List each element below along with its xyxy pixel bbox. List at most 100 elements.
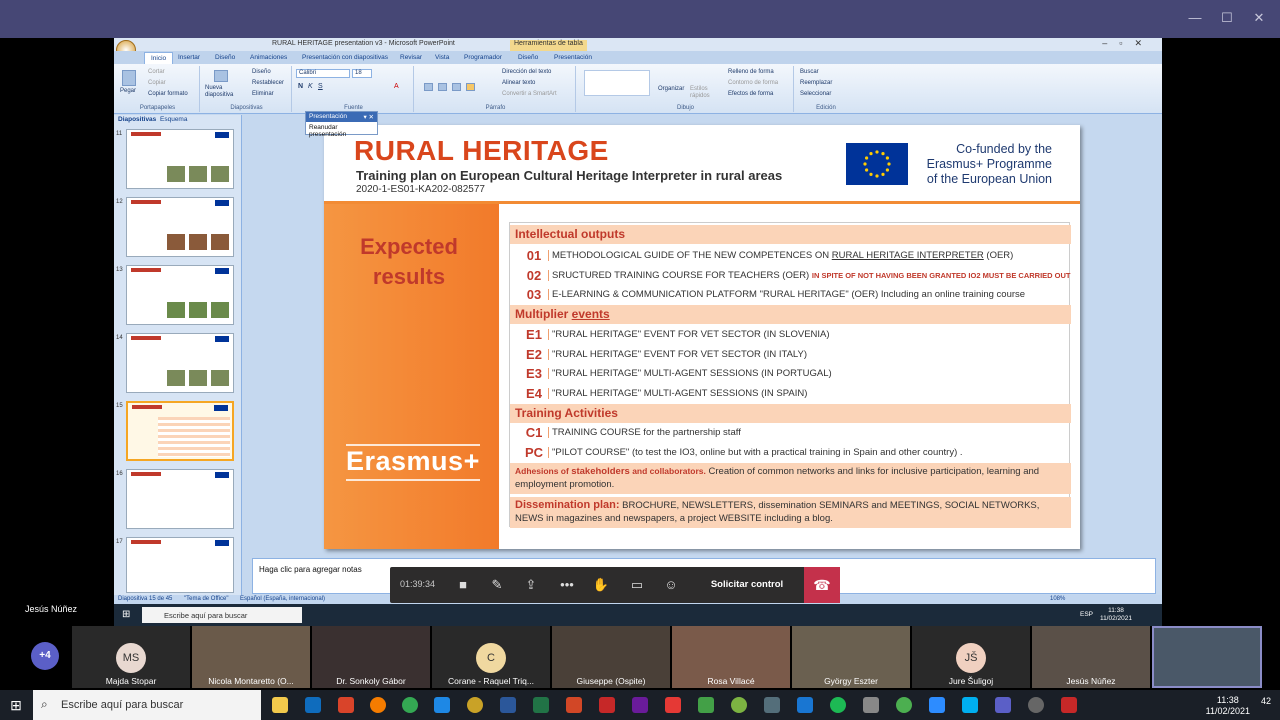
font-name-select[interactable]: Calibri (296, 69, 350, 78)
participants-icon[interactable]: ☺ (662, 576, 680, 594)
new-slide-button[interactable]: Nueva diapositiva (205, 85, 245, 99)
bold-button[interactable]: N (298, 83, 303, 90)
tab-animaciones[interactable]: Animaciones (250, 54, 287, 61)
app-icon[interactable] (698, 697, 714, 713)
participant-tile[interactable]: MS Majda Stopar (72, 626, 190, 688)
app-icon[interactable] (467, 697, 483, 713)
replace-button[interactable]: Reemplazar (800, 80, 832, 86)
word-icon[interactable] (500, 697, 516, 713)
app-icon[interactable] (665, 697, 681, 713)
excel-icon[interactable] (533, 697, 549, 713)
app-icon[interactable] (797, 697, 813, 713)
slide-thumbnail[interactable] (126, 197, 234, 257)
participant-tile[interactable]: Nicola Montaretto (O... (192, 626, 310, 688)
layout-button[interactable]: Diseño (252, 69, 271, 75)
self-view-tile[interactable] (1152, 626, 1262, 688)
reset-button[interactable]: Restablecer (252, 80, 284, 86)
more-options-icon[interactable]: ••• (558, 576, 576, 594)
app-icon[interactable] (632, 697, 648, 713)
app-icon[interactable] (863, 697, 879, 713)
chat-icon[interactable]: ▭ (628, 576, 646, 594)
slide-thumbnail[interactable] (126, 129, 234, 189)
tab-presentacion[interactable]: Presentación (554, 54, 592, 61)
raise-hand-icon[interactable]: ✋ (592, 576, 610, 594)
powerpoint-icon[interactable] (566, 697, 582, 713)
firefox-icon[interactable] (370, 697, 386, 713)
taskbar-clock[interactable]: 11:38 11/02/2021 (1206, 695, 1250, 717)
zoom-icon[interactable] (929, 697, 945, 713)
minimize-icon[interactable]: — (1180, 10, 1210, 25)
results-table[interactable]: Intellectual outputs 01 METHODOLOGICAL G… (509, 222, 1071, 528)
app-icon[interactable] (896, 697, 912, 713)
ppt-window-controls[interactable]: –▫✕ (1102, 38, 1154, 49)
notification-center[interactable]: 42 (1256, 696, 1276, 714)
camera-icon[interactable]: ■ (454, 576, 472, 594)
close-icon[interactable]: ✕ (1244, 10, 1274, 26)
share-screen-icon[interactable]: ⇪ (522, 576, 540, 594)
tab-revisar[interactable]: Revisar (400, 54, 422, 61)
app-icon[interactable] (764, 697, 780, 713)
shape-effects-button[interactable]: Efectos de forma (728, 91, 773, 97)
acrobat-icon[interactable] (1061, 697, 1077, 713)
tab-presentacion-diapositivas[interactable]: Presentación con diapositivas (302, 54, 388, 61)
cut-button[interactable]: Cortar (148, 69, 165, 75)
tab-slides[interactable]: Diapositivas (118, 116, 156, 123)
participant-tile[interactable]: C Corane - Raquel Triq... (432, 626, 550, 688)
quick-styles-button[interactable]: Estilos rápidos (690, 86, 714, 100)
align-text-button[interactable]: Alinear texto (502, 80, 535, 86)
participant-tile[interactable]: Rosa Villacé (672, 626, 790, 688)
more-participants-button[interactable]: +4 (31, 642, 59, 670)
slide-thumbnail[interactable] (126, 537, 234, 593)
align-left-icon[interactable] (424, 83, 433, 91)
format-painter-button[interactable]: Copiar formato (148, 91, 188, 97)
app-icon[interactable] (731, 697, 747, 713)
paste-button[interactable]: Pegar (120, 88, 136, 94)
teams-icon[interactable] (995, 697, 1011, 713)
slide-thumbnail[interactable] (126, 265, 234, 325)
hang-up-button[interactable]: ☎ (804, 567, 840, 603)
taskbar-search-box[interactable]: ⌕ Escribe aquí para buscar (33, 690, 261, 720)
skype-icon[interactable] (962, 697, 978, 713)
windows-start-icon[interactable]: ⊞ (0, 690, 32, 720)
tab-programador[interactable]: Programador (464, 54, 502, 61)
slide-thumbnail[interactable] (126, 469, 234, 529)
tab-outline[interactable]: Esquema (160, 116, 187, 123)
resume-presentation-button[interactable]: Reanudar presentación (306, 122, 377, 140)
copy-button[interactable]: Copiar (148, 80, 166, 86)
outlook-icon[interactable] (305, 697, 321, 713)
justify-icon[interactable] (466, 83, 475, 91)
shape-outline-button[interactable]: Contorno de forma (728, 80, 778, 86)
tab-insertar[interactable]: Insertar (178, 54, 200, 61)
tab-diseno[interactable]: Diseño (215, 54, 235, 61)
participant-tile[interactable]: György Eszter (792, 626, 910, 688)
tab-inicio[interactable]: Inicio (144, 52, 174, 64)
tab-diseno-tabla[interactable]: Diseño (518, 54, 538, 61)
participant-tile[interactable]: Giuseppe (Ospite) (552, 626, 670, 688)
zoom-level[interactable]: 108% (1050, 596, 1065, 602)
app-icon[interactable] (1028, 697, 1044, 713)
file-explorer-icon[interactable] (272, 697, 288, 713)
arrange-button[interactable]: Organizar (658, 86, 684, 92)
align-right-icon[interactable] (452, 83, 461, 91)
delete-button[interactable]: Eliminar (252, 91, 274, 97)
smartart-button[interactable]: Convertir a SmartArt (502, 91, 557, 97)
align-center-icon[interactable] (438, 83, 447, 91)
participant-tile[interactable]: Jesús Núñez (1032, 626, 1150, 688)
slide-thumbnail[interactable] (126, 333, 234, 393)
slide-thumbnail-selected[interactable] (126, 401, 234, 461)
slide[interactable]: RURAL HERITAGE Training plan on European… (324, 125, 1080, 549)
italic-button[interactable]: K (308, 83, 313, 90)
acrobat-icon[interactable] (599, 697, 615, 713)
select-button[interactable]: Seleccionar (800, 91, 831, 97)
participant-tile[interactable]: Dr. Sonkoly Gábor (312, 626, 430, 688)
tab-vista[interactable]: Vista (435, 54, 449, 61)
shapes-gallery[interactable] (584, 70, 650, 96)
participant-tile[interactable]: JŠ Jure Šuligoj (912, 626, 1030, 688)
presentation-toolbar[interactable]: Presentación ▾ ✕ Reanudar presentación (305, 111, 378, 138)
app-icon[interactable] (338, 697, 354, 713)
font-size-select[interactable]: 18 (352, 69, 372, 78)
request-control-button[interactable]: Solicitar control (696, 576, 798, 594)
shape-fill-button[interactable]: Relleno de forma (728, 69, 774, 75)
close-icon[interactable]: ▾ ✕ (363, 113, 374, 121)
font-color-button[interactable]: A (394, 83, 399, 90)
